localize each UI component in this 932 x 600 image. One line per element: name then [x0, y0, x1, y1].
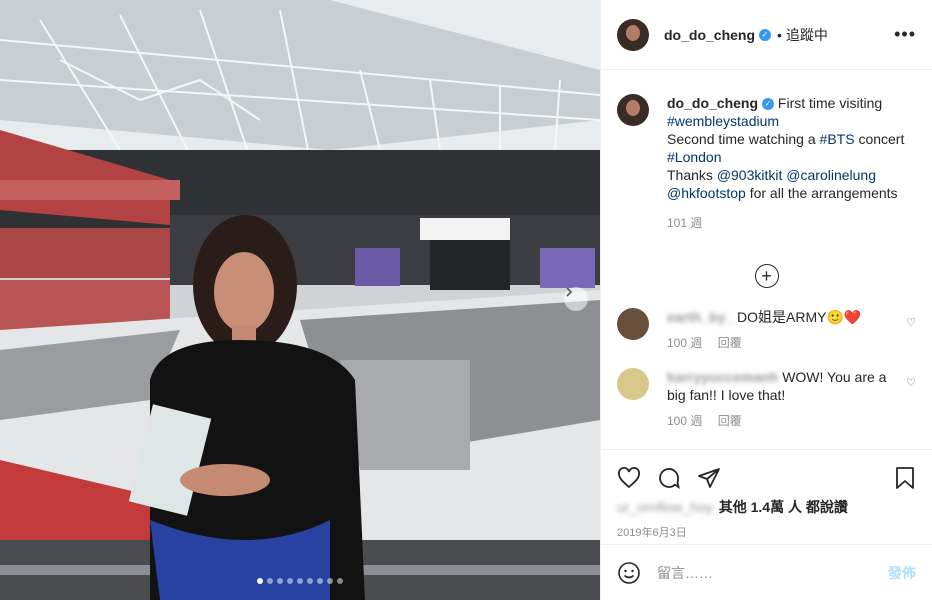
- more-options-icon[interactable]: •••: [894, 24, 916, 45]
- stadium-photo-illustration: [0, 0, 600, 600]
- comment-body: earth_by_ DO姐是ARMY🙂❤️ 100 週 回覆: [667, 308, 897, 352]
- comment-composer: 發佈: [601, 544, 932, 600]
- following-button[interactable]: 追蹤中: [786, 25, 828, 45]
- hashtag-london[interactable]: #London: [667, 149, 722, 165]
- separator-dot: •: [777, 26, 782, 43]
- carousel-dot: [327, 578, 333, 584]
- mention-carolinelung[interactable]: @carolinelung: [786, 167, 876, 183]
- carousel-dot: [267, 578, 273, 584]
- caption-text-2: Second time watching a: [667, 131, 816, 147]
- liker-username[interactable]: ur_ornflow_hoy: [617, 499, 713, 515]
- caption-text-4: Thanks: [667, 167, 713, 183]
- carousel-dot: [297, 578, 303, 584]
- mention-hkfootstop[interactable]: @hkfootstop: [667, 185, 746, 201]
- comment-age: 100 週: [667, 336, 703, 350]
- next-photo-button[interactable]: [564, 287, 588, 311]
- comment-meta: 100 週 回覆: [667, 334, 897, 352]
- verified-badge-icon: ✓: [762, 98, 775, 111]
- post-side-panel: do_do_cheng ✓ • 追蹤中 ••• do_do_cheng ✓ Fir…: [600, 0, 932, 600]
- comment-username[interactable]: karryyuccemanh: [667, 369, 778, 385]
- likes-summary[interactable]: ur_ornflow_hoy 其他 1.4萬 人 都說讚: [617, 498, 916, 516]
- comment-avatar[interactable]: [617, 308, 649, 340]
- author-username[interactable]: do_do_cheng: [664, 27, 755, 43]
- emoji-icon[interactable]: [617, 561, 641, 585]
- caption-text-3: concert: [858, 131, 905, 147]
- comment-body: karryyuccemanh WOW! You are a big fan!! …: [667, 368, 897, 430]
- post-comment-button[interactable]: 發佈: [888, 563, 916, 583]
- comment-username[interactable]: earth_by_: [667, 309, 733, 325]
- reply-button[interactable]: 回覆: [718, 336, 742, 350]
- comment-bubble-icon[interactable]: [657, 466, 681, 490]
- comment-input[interactable]: [657, 564, 888, 581]
- caption-age: 101 週: [667, 216, 703, 230]
- caption-avatar[interactable]: [617, 94, 649, 126]
- comment-item: karryyuccemanh WOW! You are a big fan!! …: [617, 368, 916, 430]
- mention-903kitkit[interactable]: @903kitkit: [717, 167, 783, 183]
- comments-section[interactable]: do_do_cheng ✓ First time visiting #wemble…: [601, 70, 932, 449]
- comment-like-heart-icon[interactable]: ♡: [906, 316, 916, 329]
- post-header: do_do_cheng ✓ • 追蹤中 •••: [601, 0, 932, 70]
- carousel-dot: [257, 578, 263, 584]
- carousel-dot: [317, 578, 323, 584]
- hashtag-bts[interactable]: #BTS: [820, 131, 855, 147]
- action-icons: [617, 458, 916, 498]
- verified-badge-icon: ✓: [759, 28, 772, 41]
- comment-text: DO姐是ARMY🙂❤️: [737, 309, 862, 325]
- comment-meta: 100 週 回覆: [667, 412, 897, 430]
- reply-button[interactable]: 回覆: [718, 414, 742, 428]
- hashtag-wembleystadium[interactable]: #wembleystadium: [667, 113, 779, 129]
- caption-text-1: First time visiting: [777, 95, 883, 111]
- carousel-indicator: [0, 578, 600, 584]
- comment-avatar[interactable]: [617, 368, 649, 400]
- caption-username[interactable]: do_do_cheng: [667, 95, 758, 111]
- carousel-dot: [307, 578, 313, 584]
- likes-count[interactable]: 其他 1.4萬 人 都說讚: [719, 497, 848, 517]
- like-heart-icon[interactable]: [617, 466, 641, 490]
- comment-age: 100 週: [667, 414, 703, 428]
- post-date[interactable]: 2019年6月3日: [617, 524, 916, 540]
- post-caption: do_do_cheng ✓ First time visiting #wemble…: [617, 86, 916, 232]
- caption-text-5: for all the arrangements: [749, 185, 898, 201]
- caption-body: do_do_cheng ✓ First time visiting #wemble…: [667, 94, 904, 232]
- share-paper-plane-icon[interactable]: [697, 466, 721, 490]
- post-actions: ur_ornflow_hoy 其他 1.4萬 人 都說讚 2019年6月3日: [601, 449, 932, 544]
- load-more-comments-button[interactable]: +: [754, 264, 779, 288]
- carousel-dot: [337, 578, 343, 584]
- carousel-dot: [277, 578, 283, 584]
- comment-like-heart-icon[interactable]: ♡: [906, 376, 916, 389]
- post-photo[interactable]: [0, 0, 600, 600]
- chevron-right-icon: [566, 287, 573, 297]
- comment-item: earth_by_ DO姐是ARMY🙂❤️ 100 週 回覆 ♡: [617, 308, 916, 352]
- plus-icon: +: [761, 266, 772, 286]
- post-dialog: do_do_cheng ✓ • 追蹤中 ••• do_do_cheng ✓ Fir…: [0, 0, 932, 600]
- save-bookmark-icon[interactable]: [894, 466, 916, 490]
- carousel-dot: [287, 578, 293, 584]
- author-avatar[interactable]: [617, 18, 649, 51]
